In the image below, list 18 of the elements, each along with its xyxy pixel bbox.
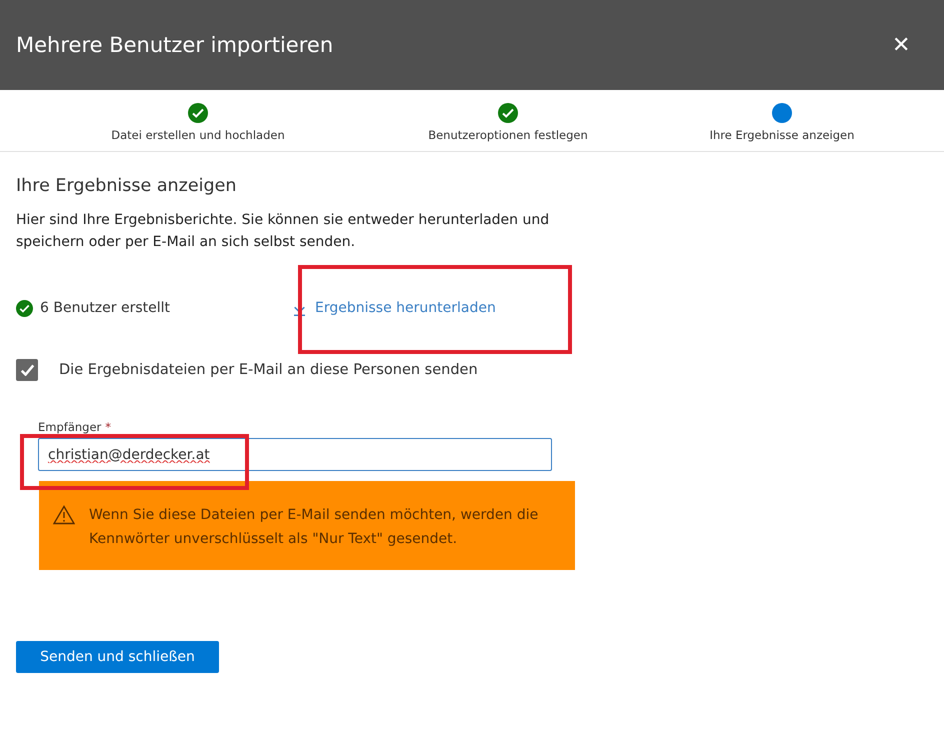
email-checkbox[interactable] (16, 359, 38, 381)
close-button[interactable]: ✕ (892, 32, 910, 58)
status-text: 6 Benutzer erstellt (40, 300, 172, 316)
send-and-close-button[interactable]: Senden und schließen (16, 641, 219, 673)
checkbox-label: Die Ergebnisdateien per E-Mail an diese Personen senden (59, 362, 478, 378)
section-heading: Ihre Ergebnisse anzeigen (16, 176, 238, 196)
step-label: Ihre Ergebnisse anzeigen (710, 128, 854, 142)
warning-text: Wenn Sie diese Dateien per E-Mail senden möchten, werden die Kennwörter unverschlüsselt als "Nur Text" gesendet. (89, 506, 540, 548)
description-text: Hier sind Ihre Ergebnisberichte. Sie können sie entweder herunterladen und speichern oder per E-Mail an sich selbst senden. (16, 211, 550, 252)
warning-icon (53, 505, 75, 525)
field-label: Empfänger (38, 420, 102, 434)
success-check-icon (16, 300, 33, 316)
step-label: Datei erstellen und hochladen (111, 128, 285, 142)
checkmark-icon (20, 364, 34, 376)
recipient-field[interactable]: christian@derdecker.at (38, 438, 552, 471)
window-title: Mehrere Benutzer importieren (16, 33, 334, 57)
step-label: Benutzeroptionen festlegen (428, 128, 588, 142)
required-mark: * (105, 420, 112, 434)
